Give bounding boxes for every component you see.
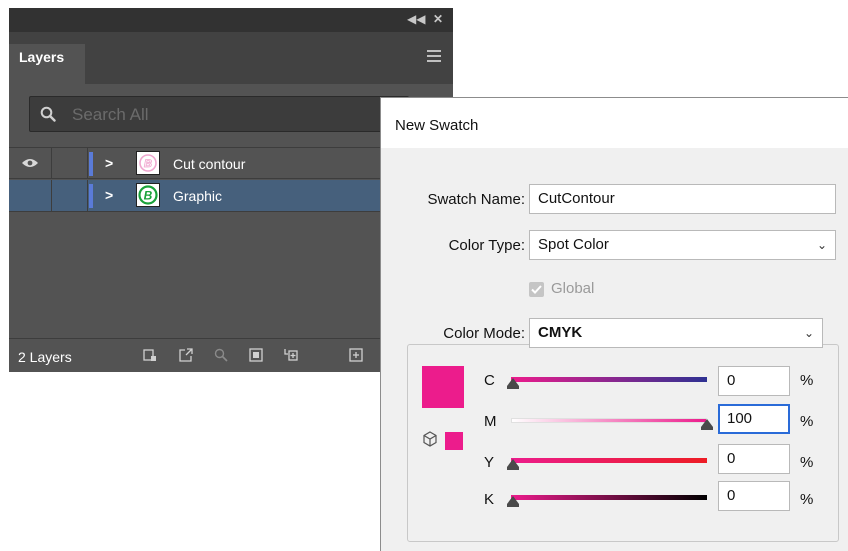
- tab-layers[interactable]: Layers: [9, 44, 85, 84]
- web-safe-color-swatch[interactable]: [445, 432, 463, 450]
- create-new-layer-icon[interactable]: [349, 348, 363, 362]
- layer-color-bar: [89, 184, 93, 208]
- slider-yellow[interactable]: [511, 458, 707, 463]
- global-checkbox[interactable]: [529, 282, 544, 297]
- search-icon: [40, 106, 56, 122]
- swatch-name-input[interactable]: CutContour: [529, 184, 836, 214]
- slider-thumb-magenta[interactable]: [701, 419, 713, 430]
- channel-label-k: K: [484, 491, 495, 508]
- visibility-toggle[interactable]: [9, 148, 52, 178]
- locate-object-icon[interactable]: [214, 348, 228, 362]
- chevron-down-icon: ⌄: [816, 238, 827, 252]
- layer-count: 2 Layers: [18, 349, 72, 365]
- percent-unit: %: [800, 454, 814, 471]
- eye-icon: [22, 159, 38, 167]
- lock-toggle[interactable]: [51, 180, 88, 211]
- make-clipping-mask-icon[interactable]: [249, 348, 263, 362]
- search-box[interactable]: [29, 96, 409, 132]
- lock-toggle[interactable]: [51, 148, 88, 178]
- swatch-name-label: Swatch Name:: [427, 191, 525, 208]
- panel-titlebar: ◀◀ ✕: [9, 8, 453, 32]
- slider-black[interactable]: [511, 495, 707, 500]
- panel-menu-icon[interactable]: [427, 50, 441, 62]
- layer-thumbnail: B: [136, 183, 160, 207]
- chevron-right-icon[interactable]: >: [105, 186, 113, 204]
- chevron-right-icon[interactable]: >: [105, 154, 113, 172]
- dialog-title: New Swatch: [395, 117, 479, 134]
- channel-label-c: C: [484, 372, 495, 389]
- create-sublayer-icon[interactable]: [284, 348, 298, 362]
- layer-name[interactable]: Graphic: [173, 188, 222, 204]
- close-icon[interactable]: ✕: [433, 11, 443, 27]
- checkmark-icon: [531, 285, 542, 294]
- collapse-icon[interactable]: ◀◀: [407, 11, 425, 27]
- dialog-titlebar: New Swatch: [381, 98, 848, 148]
- slider-thumb-black[interactable]: [507, 496, 519, 507]
- color-mode-value: CMYK: [538, 324, 583, 341]
- cyan-input[interactable]: 0: [718, 366, 790, 396]
- color-type-select[interactable]: Spot Color ⌄: [529, 230, 836, 260]
- color-type-value: Spot Color: [538, 236, 609, 253]
- thumb-letter: B: [144, 189, 153, 203]
- new-swatch-dialog: New Swatch Swatch Name: CutContour Color…: [380, 97, 848, 551]
- search-input[interactable]: [70, 101, 394, 129]
- channel-label-y: Y: [484, 454, 495, 471]
- global-label: Global: [551, 280, 595, 297]
- layer-color-bar: [89, 152, 93, 176]
- color-preview: [422, 366, 464, 408]
- collect-for-export-icon[interactable]: [143, 348, 157, 362]
- layer-name[interactable]: Cut contour: [173, 156, 245, 172]
- chevron-down-icon: ⌄: [803, 326, 814, 340]
- thumb-letter: B: [144, 158, 152, 170]
- export-icon[interactable]: [179, 348, 193, 362]
- percent-unit: %: [800, 491, 814, 508]
- slider-thumb-yellow[interactable]: [507, 459, 519, 470]
- color-mode-select[interactable]: CMYK ⌄: [529, 318, 823, 348]
- percent-unit: %: [800, 413, 814, 430]
- channel-label-m: M: [484, 413, 497, 430]
- percent-unit: %: [800, 372, 814, 389]
- color-mode-label: Color Mode:: [417, 325, 525, 342]
- black-input[interactable]: 0: [718, 481, 790, 511]
- magenta-input[interactable]: 100: [718, 404, 790, 434]
- visibility-toggle[interactable]: [9, 180, 52, 211]
- color-type-label: Color Type:: [448, 237, 525, 254]
- yellow-input[interactable]: 0: [718, 444, 790, 474]
- slider-cyan[interactable]: [511, 377, 707, 382]
- slider-thumb-cyan[interactable]: [507, 378, 519, 389]
- layer-thumbnail: B: [136, 151, 160, 175]
- slider-magenta[interactable]: [511, 418, 707, 423]
- panel-tab-row: Layers: [9, 32, 453, 84]
- out-of-web-gamut-cube-icon[interactable]: [422, 431, 438, 447]
